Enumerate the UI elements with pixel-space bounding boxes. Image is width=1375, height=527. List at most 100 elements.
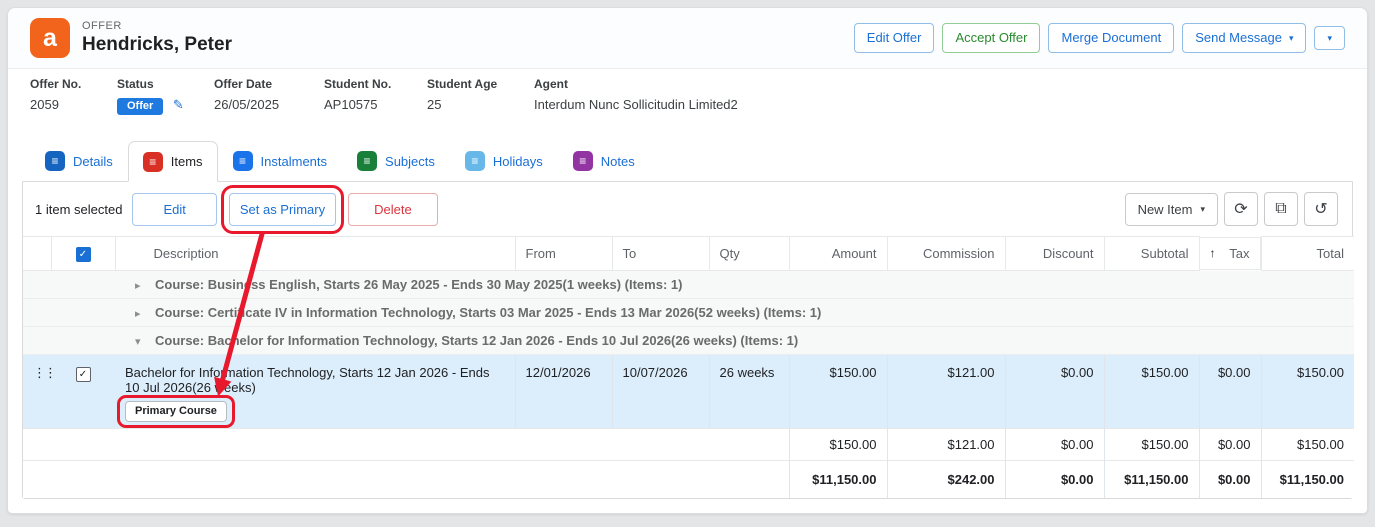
expand-expanded-icon[interactable]: ▾	[135, 335, 145, 348]
group-total-discount: $0.00	[1005, 429, 1104, 461]
sort-ascending-icon: ↑	[1210, 246, 1216, 260]
title-block: OFFER Hendricks, Peter	[82, 20, 232, 56]
send-message-button[interactable]: Send Message ▾	[1182, 23, 1306, 53]
tab-details[interactable]: ≡ Details	[30, 141, 128, 181]
item-commission: $121.00	[887, 355, 1005, 429]
drag-handle[interactable]: ⋮⋮	[23, 355, 51, 429]
table-header-row: ✓ Description From To Qty Amount Commiss…	[23, 237, 1354, 271]
items-tab-icon: ≡	[143, 152, 163, 172]
check-icon: ✓	[79, 369, 87, 380]
holidays-tab-icon: ≡	[465, 151, 485, 171]
items-table: ✓ Description From To Qty Amount Commiss…	[23, 236, 1354, 498]
group-label: Course: Certificate IV in Information Te…	[155, 305, 821, 320]
grand-total-commission: $242.00	[887, 461, 1005, 499]
tab-items[interactable]: ≡ Items	[128, 141, 218, 182]
column-from[interactable]: From	[515, 237, 612, 271]
grand-total-row: $11,150.00 $242.00 $0.00 $11,150.00 $0.0…	[23, 461, 1354, 499]
item-qty: 26 weeks	[709, 355, 789, 429]
column-description[interactable]: Description	[115, 237, 515, 271]
tab-instalments[interactable]: ≡ Instalments	[218, 141, 342, 181]
column-to[interactable]: To	[612, 237, 709, 271]
field-student-age: Student Age 25	[427, 77, 534, 115]
copy-icon: ⧉	[1275, 200, 1286, 218]
notes-tab-icon: ≡	[573, 151, 593, 171]
subjects-tab-icon: ≡	[357, 151, 377, 171]
expand-collapsed-icon[interactable]: ▸	[135, 279, 145, 292]
column-tax[interactable]: ↑ Tax	[1200, 237, 1261, 270]
field-offer-no: Offer No. 2059	[30, 77, 117, 115]
field-agent: Agent Interdum Nunc Sollicitudin Limited…	[534, 77, 1345, 115]
chevron-down-icon: ▾	[1327, 33, 1332, 43]
copy-button[interactable]: ⧉	[1264, 192, 1298, 226]
history-button[interactable]: ↺	[1304, 192, 1338, 226]
selection-count: 1 item selected	[35, 202, 122, 217]
column-select: ✓	[51, 237, 115, 271]
column-discount[interactable]: Discount	[1005, 237, 1104, 271]
content-area: ≡ Details ≡ Items ≡ Instalments ≡ Subjec…	[22, 141, 1353, 499]
item-tax: $0.00	[1199, 355, 1261, 429]
drag-handle-icon: ⋮⋮	[33, 365, 55, 380]
header-actions: Edit Offer Accept Offer Merge Document S…	[854, 23, 1345, 53]
edit-item-button[interactable]: Edit	[132, 193, 216, 226]
row-checkbox[interactable]: ✓	[76, 367, 91, 382]
primary-course-badge: Primary Course	[125, 401, 227, 422]
refresh-button[interactable]: ⟳	[1224, 192, 1258, 226]
check-icon: ✓	[79, 249, 87, 260]
entity-label: OFFER	[82, 20, 232, 32]
item-from: 12/01/2026	[515, 355, 612, 429]
details-tab-icon: ≡	[45, 151, 65, 171]
offer-info-bar: Offer No. 2059 Status Offer ✎ Offer Date…	[8, 69, 1367, 129]
edit-offer-button[interactable]: Edit Offer	[854, 23, 935, 53]
group-row-business-english[interactable]: ▸ Course: Business English, Starts 26 May…	[23, 271, 1354, 299]
edit-status-icon[interactable]: ✎	[173, 97, 184, 112]
student-no-link[interactable]: AP10575	[324, 97, 427, 112]
refresh-icon: ⟳	[1234, 199, 1247, 219]
column-drag-handle	[23, 237, 51, 271]
student-no-label: Student No.	[324, 77, 427, 91]
item-description: Bachelor for Information Technology, Sta…	[125, 365, 505, 395]
offer-no-value: 2059	[30, 97, 117, 112]
tab-instalments-label: Instalments	[261, 154, 327, 169]
group-row-certificate-iv[interactable]: ▸ Course: Certificate IV in Information T…	[23, 299, 1354, 327]
item-row-bachelor-it[interactable]: ⋮⋮ ✓ Bachelor for Information Technology…	[23, 355, 1354, 429]
new-item-button[interactable]: New Item ▾	[1125, 193, 1218, 226]
column-total[interactable]: Total	[1261, 237, 1354, 271]
column-commission[interactable]: Commission	[887, 237, 1005, 271]
tab-subjects[interactable]: ≡ Subjects	[342, 141, 450, 181]
accept-offer-button[interactable]: Accept Offer	[942, 23, 1040, 53]
agent-link[interactable]: Interdum Nunc Sollicitudin Limited2	[534, 97, 1345, 112]
history-icon: ↺	[1314, 199, 1327, 219]
item-amount: $150.00	[789, 355, 887, 429]
group-total-total: $150.00	[1261, 429, 1354, 461]
item-to: 10/07/2026	[612, 355, 709, 429]
set-as-primary-button[interactable]: Set as Primary	[229, 193, 336, 226]
app-logo-icon: a	[30, 18, 70, 58]
grand-total-total: $11,150.00	[1261, 461, 1354, 499]
expand-collapsed-icon[interactable]: ▸	[135, 307, 145, 320]
send-message-label: Send Message	[1195, 30, 1282, 46]
grand-total-discount: $0.00	[1005, 461, 1104, 499]
tab-subjects-label: Subjects	[385, 154, 435, 169]
offer-header: a OFFER Hendricks, Peter Edit Offer Acce…	[8, 8, 1367, 69]
item-subtotal: $150.00	[1104, 355, 1199, 429]
more-actions-button[interactable]: ▾	[1314, 26, 1345, 50]
tab-holidays[interactable]: ≡ Holidays	[450, 141, 558, 181]
group-label: Course: Business English, Starts 26 May …	[155, 277, 682, 292]
column-qty[interactable]: Qty	[709, 237, 789, 271]
group-total-tax: $0.00	[1199, 429, 1261, 461]
field-status: Status Offer ✎	[117, 77, 214, 115]
group-row-bachelor-it[interactable]: ▾Course: Bachelor for Information Techno…	[23, 327, 1354, 355]
tax-header-label: Tax	[1229, 246, 1249, 261]
tab-notes[interactable]: ≡ Notes	[558, 141, 650, 181]
delete-item-button[interactable]: Delete	[348, 193, 438, 226]
offer-date-label: Offer Date	[214, 77, 324, 91]
select-all-checkbox[interactable]: ✓	[76, 247, 91, 262]
column-subtotal[interactable]: Subtotal	[1104, 237, 1199, 271]
tab-items-label: Items	[171, 154, 203, 169]
logo-letter: a	[43, 24, 57, 53]
item-description-cell: Bachelor for Information Technology, Sta…	[115, 355, 515, 429]
merge-document-button[interactable]: Merge Document	[1048, 23, 1174, 53]
column-amount[interactable]: Amount	[789, 237, 887, 271]
offer-date-value: 26/05/2025	[214, 97, 324, 112]
student-age-label: Student Age	[427, 77, 534, 91]
